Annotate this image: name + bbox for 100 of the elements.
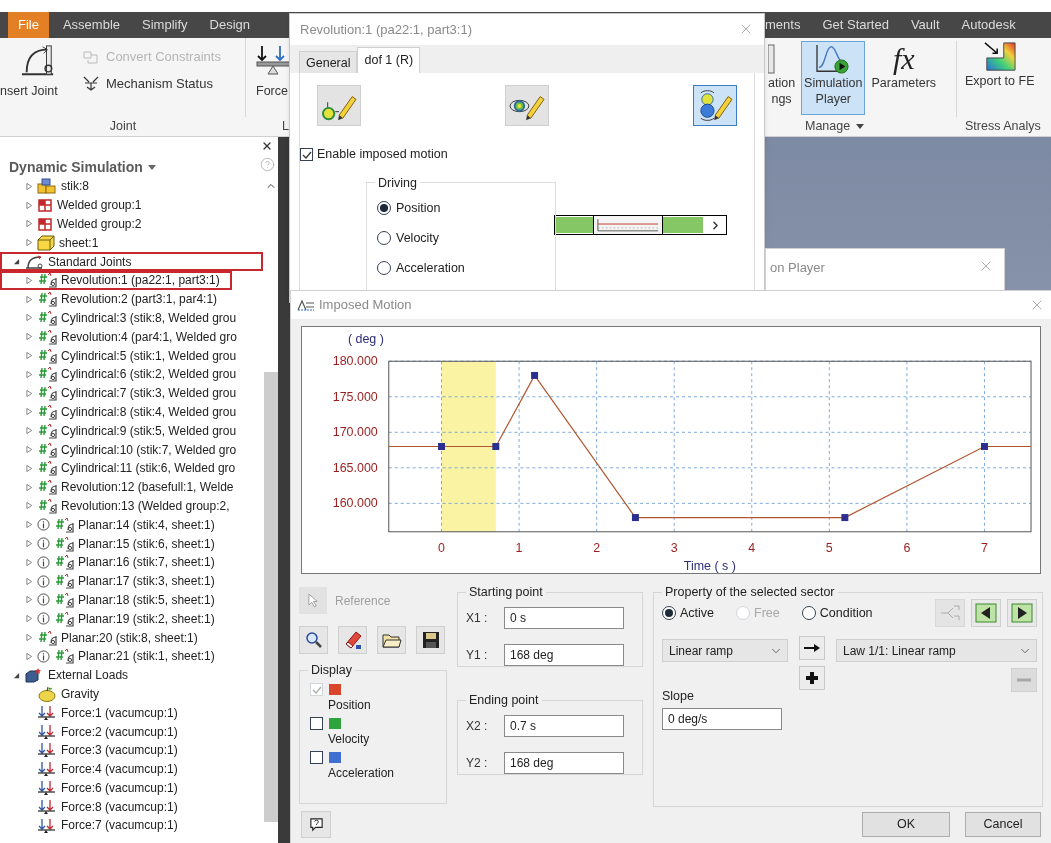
expand-arrow-icon[interactable] [26,502,33,510]
data-point[interactable] [531,371,539,379]
tree-item[interactable]: Planar:14 (stik:4, sheet:1) [78,518,215,531]
tree-item[interactable]: Revolution:2 (part3:1, par4:1) [61,293,218,306]
tree-item[interactable]: Revolution:4 (par4:1, Welded gro [61,330,237,343]
tree-item[interactable]: Welded group:2 [57,218,142,230]
ribbon-tab[interactable]: Assemble [54,12,129,38]
tree-item[interactable]: Cylindrical:6 (stik:2, Welded grou [61,368,237,381]
tree-item[interactable]: Planar:18 (stik:5, sheet:1) [78,593,215,606]
ribbon-tab[interactable]: Vault [902,12,948,38]
tree-item[interactable]: Force:1 (vacumcup:1) [61,706,178,719]
tree-item[interactable]: Revolution:1 (pa22:1, part3:1) [61,274,220,287]
tab[interactable]: dof 1 (R) [357,47,421,74]
expand-arrow-icon[interactable] [26,220,33,228]
expand-arrow-icon[interactable] [26,634,33,641]
radio-button[interactable] [377,260,391,275]
tree-item[interactable]: Planar:21 (stik:1, sheet:1) [78,650,215,663]
ribbon-button[interactable]: Simulation Player [801,41,866,115]
tree-item[interactable]: stik:8 [61,180,89,193]
panel-title[interactable]: Dynamic Simulation [9,157,143,178]
tree-item[interactable]: Force:2 (vacumcup:1) [61,725,178,738]
motion-graph-selector[interactable] [554,215,727,235]
tree-item[interactable]: Planar:19 (stik:2, sheet:1) [78,612,215,625]
tree-item[interactable]: Force:3 (vacumcup:1) [61,744,178,757]
next-sector-button[interactable] [1007,599,1037,627]
expand-arrow-icon[interactable] [26,427,33,435]
expand-arrow-icon[interactable] [26,521,33,529]
input-field[interactable]: 0 deg/s [662,707,782,730]
open-button[interactable] [377,626,406,654]
ribbon-tab[interactable]: Simplify [134,12,196,38]
dropdown-arrow-icon[interactable] [856,124,865,130]
expand-arrow-icon[interactable] [26,239,33,247]
insert-joint-button[interactable]: nsert Joint [0,38,62,118]
close-icon[interactable] [261,140,273,152]
data-point[interactable] [492,443,500,450]
tree-item[interactable]: Cylindrical:11 (stik:6, Welded gro [61,462,236,475]
tree-item[interactable]: Force:7 (vacumcup:1) [61,819,178,832]
ribbon-tab[interactable]: Get Started [814,12,897,38]
tree-item[interactable]: Cylindrical:10 (stik:7, Welded gro [61,443,237,456]
expand-arrow-icon[interactable] [26,558,33,566]
expand-arrow-icon[interactable] [26,446,33,454]
dialog-button[interactable]: Cancel [965,811,1041,837]
data-point[interactable] [631,514,639,522]
expand-arrow-icon[interactable] [26,615,33,623]
checkbox[interactable] [310,751,323,764]
radio-button[interactable] [801,606,816,620]
save-button[interactable] [416,626,445,654]
tree-item[interactable]: Force:6 (vacumcup:1) [61,781,178,794]
expand-arrow-icon[interactable] [26,652,33,660]
tree-item[interactable]: External Loads [48,669,129,682]
input-field[interactable]: 168 deg [504,752,624,774]
expand-arrow-icon[interactable] [26,540,33,548]
tree-item[interactable]: Force:4 (vacumcup:1) [61,763,178,776]
tree-item[interactable]: Cylindrical:8 (stik:4, Welded grou [61,405,237,418]
dropdown-arrow-icon[interactable] [147,165,156,170]
tree-item[interactable]: Cylindrical:9 (stik:5, Welded grou [61,424,237,437]
radio-button[interactable] [377,231,391,246]
apply-law-button[interactable] [799,636,825,660]
tree-item[interactable]: Cylindrical:7 (stik:3, Welded grou [61,387,237,400]
help-icon[interactable] [260,157,275,172]
tree-item[interactable]: Planar:20 (stik:8, sheet:1) [61,631,198,644]
radio-button[interactable] [662,606,676,620]
eraser-button[interactable] [338,626,367,654]
tree-item[interactable]: Standard Joints [48,255,132,268]
tab[interactable]: General [299,51,358,74]
tree-item[interactable]: Planar:15 (stik:6, sheet:1) [78,537,215,550]
collapse-arrow-icon[interactable] [13,671,20,679]
dropdown[interactable]: Law 1/1: Linear ramp [836,639,1037,662]
tree-item[interactable]: Planar:17 (stik:3, sheet:1) [78,575,215,588]
input-field[interactable]: 168 deg [504,644,624,666]
tree-item[interactable]: Force:8 (vacumcup:1) [61,800,178,813]
tree-item[interactable]: sheet:1 [59,236,99,249]
checkbox[interactable] [300,148,313,162]
tool-button[interactable] [693,85,737,127]
tree-item[interactable]: Revolution:12 (basefull:1, Welde [61,481,234,494]
previous-sector-button[interactable] [971,599,1001,627]
collapse-arrow-icon[interactable] [13,258,20,266]
zoom-button[interactable] [299,626,328,654]
expand-arrow-icon[interactable] [26,370,33,378]
expand-arrow-icon[interactable] [26,182,33,190]
expand-arrow-icon[interactable] [26,276,33,284]
ribbon-command[interactable]: Mechanism Status [82,73,221,93]
help-button[interactable] [301,810,331,838]
expand-arrow-icon[interactable] [26,596,33,604]
ribbon-button[interactable]: fx Parameters [868,41,940,115]
expand-arrow-icon[interactable] [26,408,33,416]
data-point[interactable] [841,514,849,522]
tree-item[interactable]: Cylindrical:5 (stik:1, Welded grou [61,349,237,362]
ribbon-button[interactable]: ation ngs [765,41,799,115]
input-field[interactable]: 0.7 s [504,715,624,737]
radio-button[interactable] [377,201,391,216]
expand-arrow-icon[interactable] [26,295,33,303]
tree-item[interactable]: Cylindrical:3 (stik:8, Welded grou [61,311,237,324]
ribbon-tab[interactable]: Design [201,12,258,38]
add-button[interactable] [799,666,825,690]
dropdown[interactable]: Linear ramp [662,639,788,662]
expand-arrow-icon[interactable] [26,577,33,585]
expand-arrow-icon[interactable] [26,464,33,472]
expand-arrow-icon[interactable] [26,201,33,209]
expand-arrow-icon[interactable] [26,333,33,341]
